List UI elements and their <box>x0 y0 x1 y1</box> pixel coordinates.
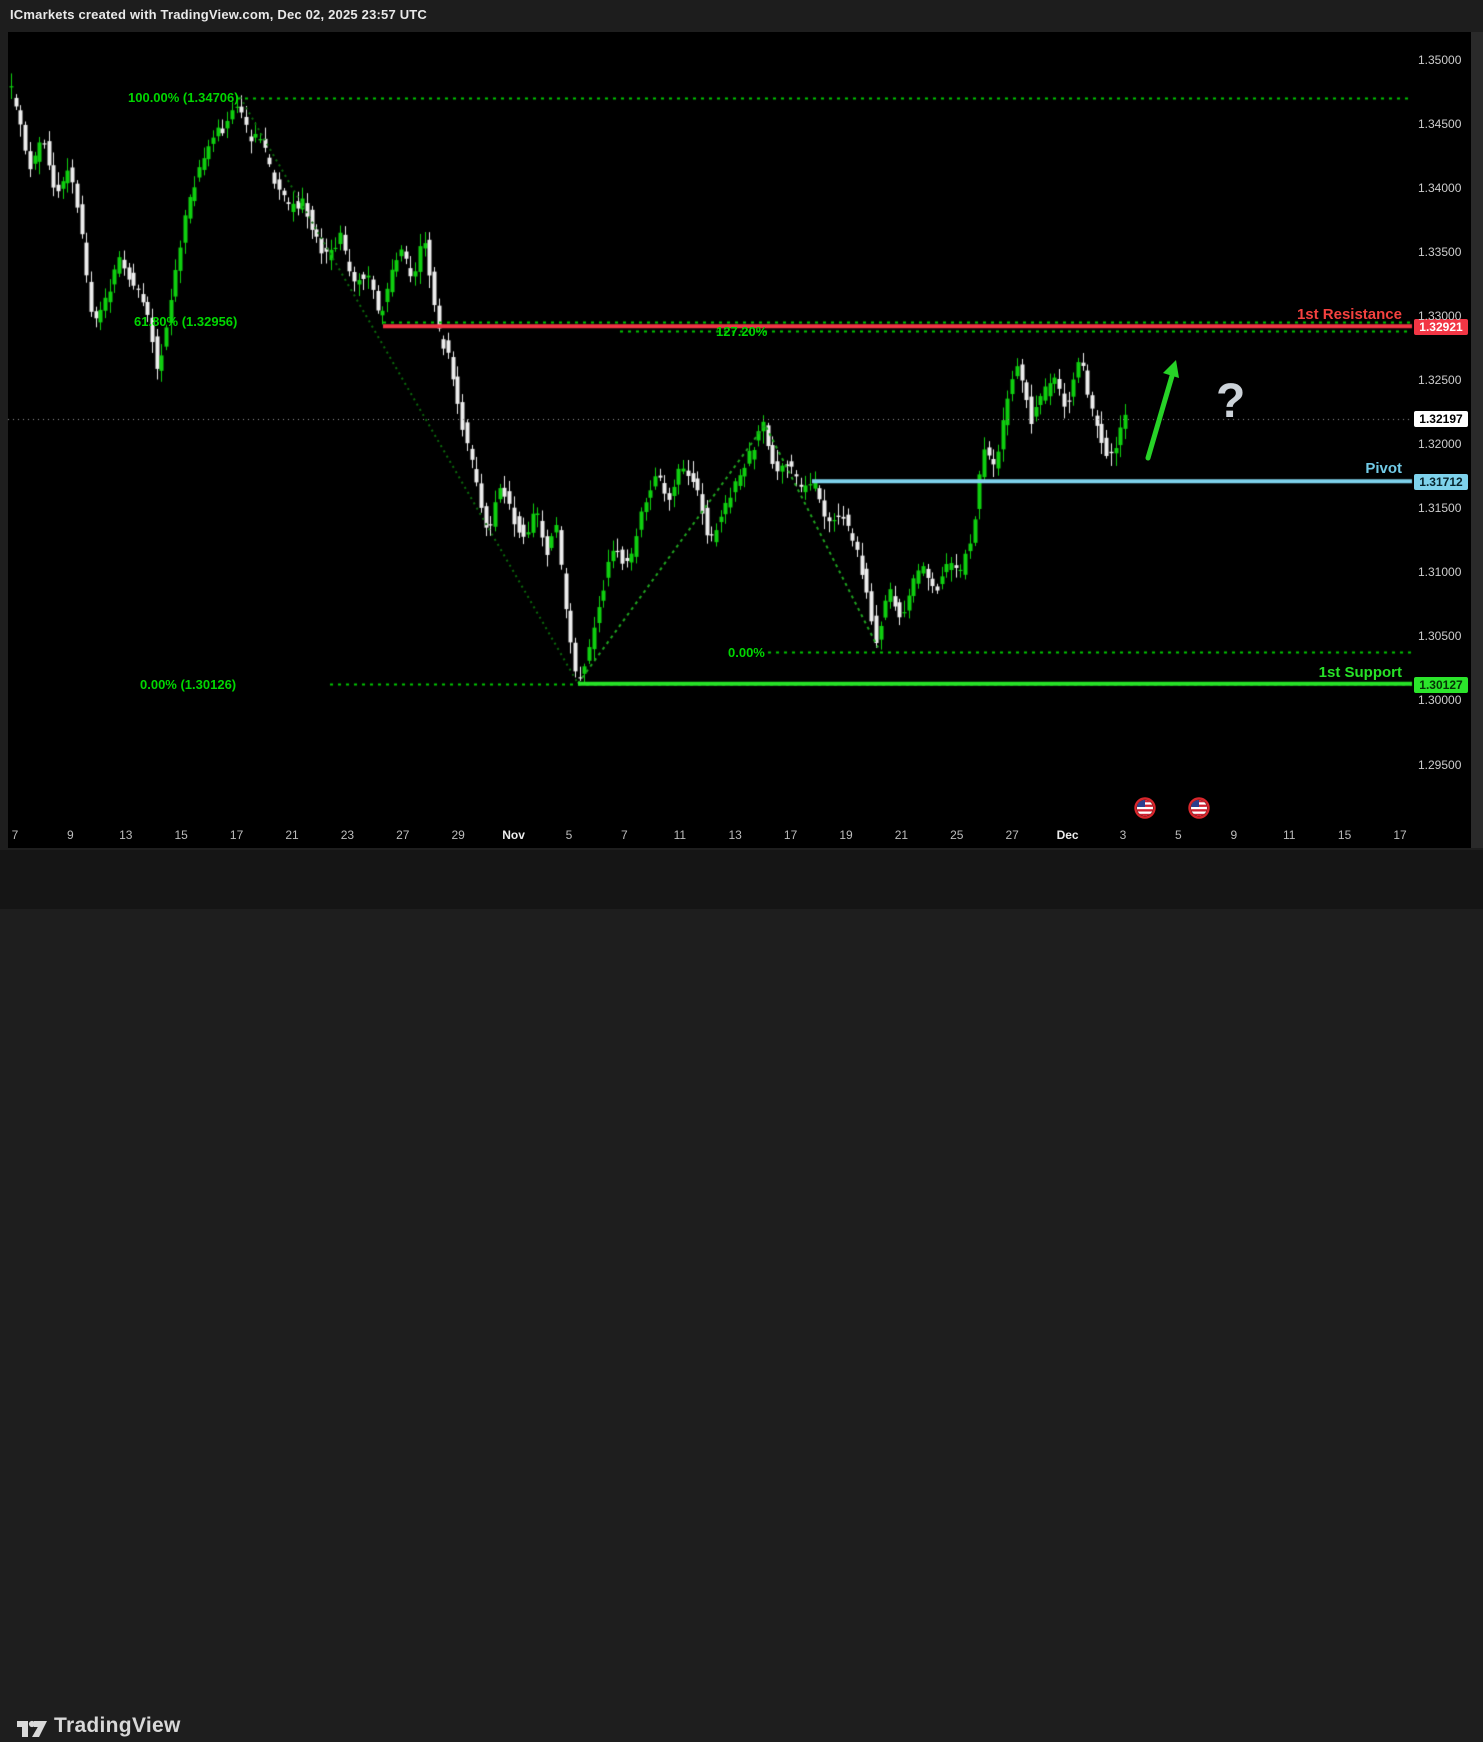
support-label[interactable]: 1st Support <box>1319 664 1402 681</box>
fib-618-label[interactable]: 61.80% (1.32956) <box>134 314 237 329</box>
footer-bar: TradingView <box>0 850 1483 909</box>
resistance-label[interactable]: 1st Resistance <box>1297 306 1402 323</box>
x-axis-tick: 25 <box>950 828 963 842</box>
y-axis-tick: 1.32000 <box>1418 437 1474 451</box>
us-flag-icon[interactable] <box>1187 796 1211 820</box>
pivot-label[interactable]: Pivot <box>1365 460 1402 477</box>
y-axis-tick: 1.35000 <box>1418 53 1474 67</box>
x-axis-tick: 21 <box>895 828 908 842</box>
fib-ext-127-label[interactable]: 127.20% <box>716 324 767 339</box>
x-axis-tick: 9 <box>67 828 74 842</box>
x-axis-tick: 29 <box>452 828 465 842</box>
fib-ext-0-label[interactable]: 0.00% <box>728 645 765 660</box>
tradingview-brand-text[interactable]: TradingView <box>54 1714 181 1738</box>
x-axis-tick: 9 <box>1230 828 1237 842</box>
x-axis-tick: 11 <box>1283 828 1295 842</box>
x-axis-tick: 19 <box>839 828 852 842</box>
x-axis-tick: 3 <box>1120 828 1127 842</box>
price-chart-canvas[interactable] <box>0 0 1483 909</box>
chart-window: ICmarkets created with TradingView.com, … <box>0 0 1483 909</box>
x-axis-tick: 7 <box>12 828 19 842</box>
x-axis-tick: 21 <box>285 828 298 842</box>
question-mark-annotation[interactable]: ? <box>1216 374 1245 429</box>
fib-100-label[interactable]: 100.00% (1.34706) <box>128 90 239 105</box>
last-price-badge: 1.32197 <box>1414 411 1468 427</box>
y-axis-tick: 1.30000 <box>1418 693 1474 707</box>
y-axis-tick: 1.33000 <box>1418 309 1474 323</box>
tradingview-logo-icon[interactable] <box>16 1716 48 1742</box>
y-axis-tick: 1.33500 <box>1418 245 1474 259</box>
x-axis-tick: 11 <box>674 828 686 842</box>
y-axis-tick: 1.29500 <box>1418 758 1474 772</box>
y-axis-tick: 1.32500 <box>1418 373 1474 387</box>
watermark-bar: ICmarkets created with TradingView.com, … <box>0 0 1483 30</box>
x-axis-tick: 27 <box>396 828 409 842</box>
bullish-arrow-drawing[interactable] <box>1130 350 1192 470</box>
y-axis-tick: 1.30500 <box>1418 629 1474 643</box>
y-axis-tick: 1.34500 <box>1418 117 1474 131</box>
support-price-badge: 1.30127 <box>1414 677 1468 693</box>
x-axis-tick: Nov <box>502 828 525 842</box>
x-axis-tick: 5 <box>1175 828 1182 842</box>
chart-watermark-title: ICmarkets created with TradingView.com, … <box>10 7 427 22</box>
x-axis-tick: 13 <box>119 828 132 842</box>
x-axis-tick: 7 <box>621 828 628 842</box>
y-axis-tick: 1.31500 <box>1418 501 1474 515</box>
x-axis-tick: 15 <box>1338 828 1351 842</box>
x-axis-tick: Dec <box>1057 828 1079 842</box>
x-axis-tick: 23 <box>341 828 354 842</box>
y-axis-tick: 1.31000 <box>1418 565 1474 579</box>
x-axis-tick: 27 <box>1006 828 1019 842</box>
y-axis-tick: 1.34000 <box>1418 181 1474 195</box>
x-axis-tick: 15 <box>175 828 188 842</box>
x-axis-tick: 5 <box>566 828 573 842</box>
fib-0-label[interactable]: 0.00% (1.30126) <box>140 677 236 692</box>
x-axis-tick: 17 <box>784 828 797 842</box>
x-axis-tick: 17 <box>230 828 243 842</box>
x-axis-tick: 13 <box>729 828 742 842</box>
pivot-price-badge: 1.31712 <box>1414 474 1468 490</box>
us-flag-icon[interactable] <box>1133 796 1157 820</box>
x-axis-tick: 17 <box>1393 828 1406 842</box>
